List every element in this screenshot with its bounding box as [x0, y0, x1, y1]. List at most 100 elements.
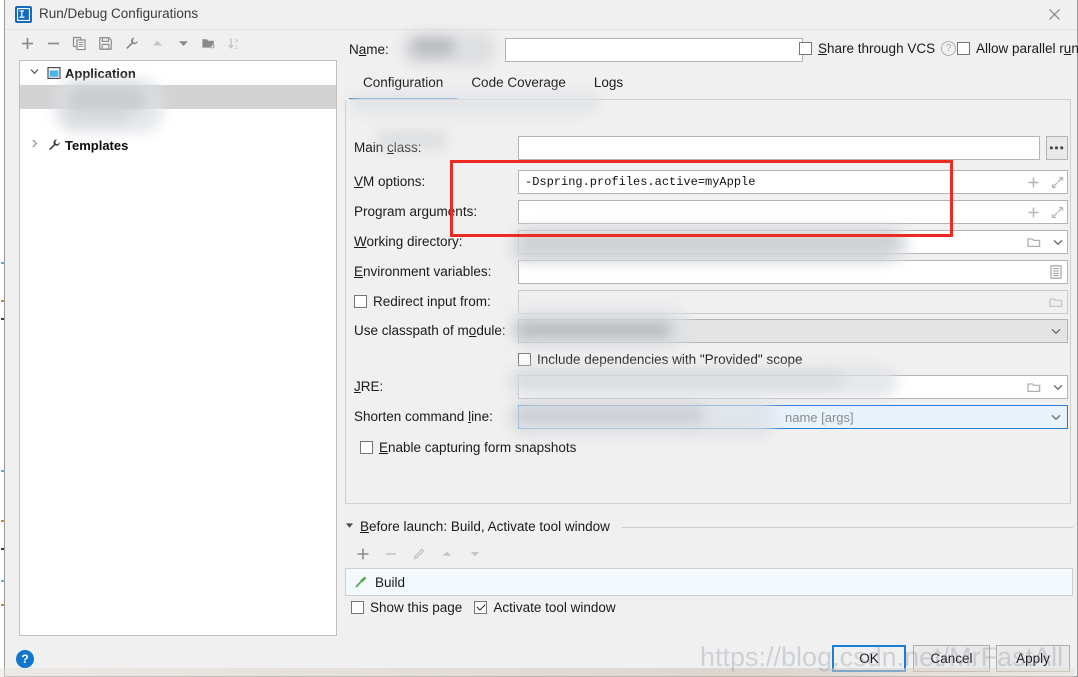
list-edit-icon[interactable]: [1048, 265, 1063, 280]
program-arguments-row: Program arguments:: [354, 200, 1068, 224]
program-arguments-adornments: [1026, 200, 1065, 224]
redirect-input-from-checkbox[interactable]: Redirect input from:: [354, 294, 491, 309]
tree-spacer-row: [20, 109, 336, 133]
shorten-command-line-row: Shorten command line: name [args]: [354, 405, 1068, 429]
show-this-page-label: Show this page: [370, 600, 463, 615]
dialog-titlebar: Run/Debug Configurations: [5, 0, 1077, 30]
redirect-input-from-row: Redirect input from:: [354, 290, 1068, 314]
remove-configuration-button[interactable]: [41, 32, 65, 54]
jre-combo[interactable]: [518, 375, 1068, 399]
close-icon[interactable]: [1031, 0, 1077, 29]
chevron-down-icon[interactable]: [1048, 324, 1063, 339]
before-launch-options: Show this page Activate tool window: [351, 600, 616, 615]
run-debug-configurations-dialog: Run/Debug Configurations a z Application…: [4, 0, 1078, 677]
shorten-command-line-label: Shorten command line:: [354, 409, 493, 424]
working-directory-input[interactable]: [518, 230, 1068, 254]
ok-button[interactable]: OK: [832, 645, 906, 672]
redaction-blur: [401, 32, 497, 66]
build-hammer-icon: [353, 575, 368, 590]
help-circle-icon[interactable]: ?: [16, 650, 34, 668]
expand-icon[interactable]: [1050, 175, 1065, 190]
chevron-down-icon[interactable]: [1050, 380, 1065, 395]
expand-icon[interactable]: [1050, 205, 1065, 220]
cancel-button[interactable]: Cancel: [913, 645, 990, 672]
arrow-up-icon[interactable]: [435, 543, 459, 565]
folder-add-icon[interactable]: [197, 32, 221, 54]
checkbox-box[interactable]: [799, 42, 812, 55]
tab-configuration[interactable]: Configuration: [349, 72, 458, 100]
environment-variables-adornments: [1048, 260, 1063, 284]
environment-variables-row: Environment variables:: [354, 260, 1068, 284]
tab-code-coverage[interactable]: Code Coverage: [457, 72, 580, 100]
activate-tool-window-checkbox[interactable]: Activate tool window: [474, 600, 616, 615]
intellij-idea-logo-icon: [15, 6, 32, 23]
checkbox-box[interactable]: [957, 42, 970, 55]
configuration-form: Main class: ••• VM options: -Dspring.pro…: [345, 92, 1071, 504]
checkbox-box[interactable]: [351, 601, 364, 614]
chevron-down-icon[interactable]: [1048, 410, 1063, 425]
plus-icon[interactable]: [1026, 175, 1041, 190]
svg-text:a: a: [235, 38, 239, 44]
folder-icon[interactable]: [1026, 235, 1041, 250]
plus-icon[interactable]: [1026, 205, 1041, 220]
include-provided-scope-label: Include dependencies with "Provided" sco…: [537, 352, 803, 367]
folder-icon[interactable]: [1048, 295, 1063, 310]
tab-logs[interactable]: Logs: [580, 72, 637, 100]
enable-capturing-form-snapshots-label: Enable capturing form snapshots: [379, 440, 577, 455]
vm-options-input[interactable]: -Dspring.profiles.active=myApple: [518, 170, 1068, 194]
checkbox-box[interactable]: [518, 353, 531, 366]
before-launch-title: Before launch: Build, Activate tool wind…: [360, 518, 610, 534]
tree-item-label: Templates: [65, 137, 129, 153]
enable-capturing-form-snapshots-checkbox[interactable]: Enable capturing form snapshots: [360, 440, 576, 455]
shorten-command-line-value: name [args]: [785, 409, 854, 425]
include-provided-scope-checkbox[interactable]: Include dependencies with "Provided" sco…: [518, 352, 803, 367]
sort-az-icon[interactable]: a z: [223, 32, 247, 54]
arrow-down-icon[interactable]: [171, 32, 195, 54]
remove-task-button[interactable]: [379, 543, 403, 565]
name-input[interactable]: [505, 38, 803, 62]
share-through-vcs-label: Share through VCS: [818, 41, 936, 56]
chevron-down-icon[interactable]: [1050, 235, 1065, 250]
show-this-page-checkbox[interactable]: Show this page: [351, 600, 462, 615]
vm-options-label: VM options:: [354, 174, 426, 189]
pencil-icon[interactable]: [407, 543, 431, 565]
program-arguments-label: Program arguments:: [354, 204, 478, 219]
arrow-up-icon[interactable]: [145, 32, 169, 54]
add-configuration-button[interactable]: [15, 32, 39, 54]
question-mark-icon[interactable]: ?: [941, 41, 957, 56]
tree-item-selected-configuration[interactable]: [20, 85, 336, 109]
apply-button[interactable]: Apply: [996, 645, 1070, 672]
main-class-row: Main class: •••: [354, 136, 1068, 160]
copy-configuration-button[interactable]: [67, 32, 91, 54]
triangle-down-icon[interactable]: [345, 521, 354, 532]
name-label-text: Name:: [349, 42, 389, 57]
main-class-input[interactable]: [518, 136, 1040, 160]
environment-variables-input[interactable]: [518, 260, 1068, 284]
main-class-label: Main class:: [354, 140, 422, 155]
before-launch-header[interactable]: Before launch: Build, Activate tool wind…: [345, 516, 1073, 536]
browse-main-class-button[interactable]: •••: [1046, 136, 1068, 160]
checkbox-box[interactable]: [360, 441, 373, 454]
wrench-icon[interactable]: [119, 32, 143, 54]
program-arguments-input[interactable]: [518, 200, 1068, 224]
chevron-right-icon[interactable]: [26, 139, 42, 151]
redaction-blur: [411, 38, 455, 56]
enable-capturing-form-snapshots-row: Enable capturing form snapshots: [354, 438, 1064, 458]
folder-icon[interactable]: [1026, 380, 1041, 395]
allow-parallel-run-checkbox[interactable]: Allow parallel run: [957, 41, 1078, 56]
tree-item-templates[interactable]: Templates: [20, 133, 336, 157]
use-classpath-of-module-combo[interactable]: [518, 319, 1068, 343]
checkbox-box[interactable]: [354, 295, 367, 308]
arrow-down-icon[interactable]: [463, 543, 487, 565]
add-task-button[interactable]: [351, 543, 375, 565]
redirect-input-from-input[interactable]: [518, 290, 1068, 314]
share-through-vcs-checkbox[interactable]: Share through VCS ?: [799, 41, 957, 56]
checkbox-box[interactable]: [474, 601, 488, 614]
configurations-tree[interactable]: Application Templates: [19, 60, 337, 636]
tree-item-application[interactable]: Application: [20, 61, 336, 85]
redirect-input-from-adornments: [1048, 290, 1063, 314]
chevron-down-icon[interactable]: [26, 67, 42, 79]
shorten-command-line-combo[interactable]: name [args]: [518, 405, 1068, 429]
save-configuration-button[interactable]: [93, 32, 117, 54]
before-launch-task-list[interactable]: Build: [345, 568, 1073, 596]
